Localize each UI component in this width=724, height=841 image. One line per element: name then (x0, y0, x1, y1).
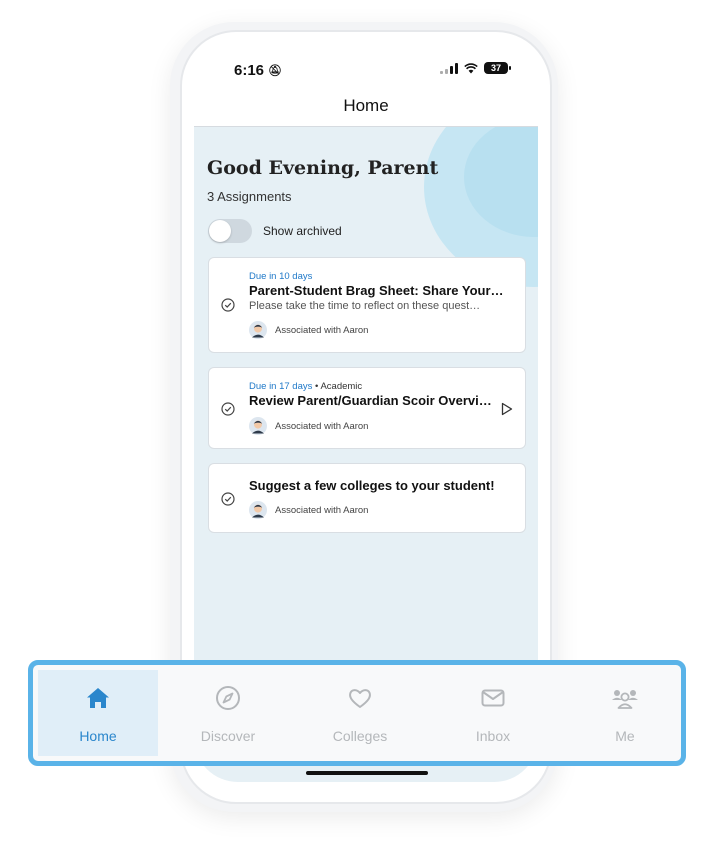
associated-student: Associated with Aaron (249, 417, 368, 435)
mail-icon (481, 689, 505, 707)
status-bar-time: 6:16 🔕︎ (234, 62, 282, 79)
page-title: Home (343, 96, 389, 115)
tab-colleges[interactable]: Colleges (300, 670, 420, 756)
assignment-description: Please take the time to reflect on these… (249, 300, 481, 312)
bottom-tab-bar: Home Discover Colleges Inbox Me (28, 660, 686, 766)
wifi-icon (464, 63, 478, 74)
tab-home[interactable]: Home (38, 670, 158, 756)
due-label: Due in 17 days • Academic (249, 381, 363, 392)
assignment-title: Review Parent/Guardian Scoir Overvi… (249, 393, 492, 408)
student-avatar (249, 501, 267, 519)
assignment-card[interactable]: Due in 17 days • Academic Review Parent/… (208, 367, 526, 449)
category-label: • Academic (312, 381, 363, 392)
due-label: Due in 10 days (249, 271, 313, 282)
assignment-count: 3 Assignments (207, 189, 292, 204)
check-circle-icon[interactable] (221, 298, 235, 312)
tab-discover[interactable]: Discover (168, 670, 288, 756)
student-avatar (249, 417, 267, 435)
home-indicator[interactable] (306, 771, 428, 775)
check-circle-icon[interactable] (221, 402, 235, 416)
heart-icon (349, 689, 371, 708)
student-avatar (249, 321, 267, 339)
show-archived-label: Show archived (263, 224, 342, 238)
compass-icon (216, 686, 240, 710)
check-circle-icon[interactable] (221, 492, 235, 506)
greeting-heading: Good Evening, Parent (207, 157, 439, 179)
tab-inbox[interactable]: Inbox (433, 670, 553, 756)
assignment-title: Suggest a few colleges to your student! (249, 478, 495, 493)
cellular-signal-icon (440, 62, 458, 74)
toggle-knob (209, 220, 231, 242)
status-bar-indicators: 37 (440, 62, 511, 74)
assignment-title: Parent-Student Brag Sheet: Share Your… (249, 283, 504, 298)
associated-student: Associated with Aaron (249, 501, 368, 519)
play-icon[interactable] (501, 402, 513, 416)
associated-student: Associated with Aaron (249, 321, 368, 339)
home-icon (87, 688, 109, 708)
assignment-card[interactable]: Suggest a few colleges to your student! … (208, 463, 526, 533)
silent-bell-icon: 🔕︎ (268, 65, 282, 77)
people-icon (612, 690, 638, 709)
assignment-card[interactable]: Due in 10 days Parent-Student Brag Sheet… (208, 257, 526, 353)
show-archived-toggle[interactable] (208, 219, 252, 243)
tab-me[interactable]: Me (565, 670, 685, 756)
battery-icon: 37 (484, 62, 511, 74)
